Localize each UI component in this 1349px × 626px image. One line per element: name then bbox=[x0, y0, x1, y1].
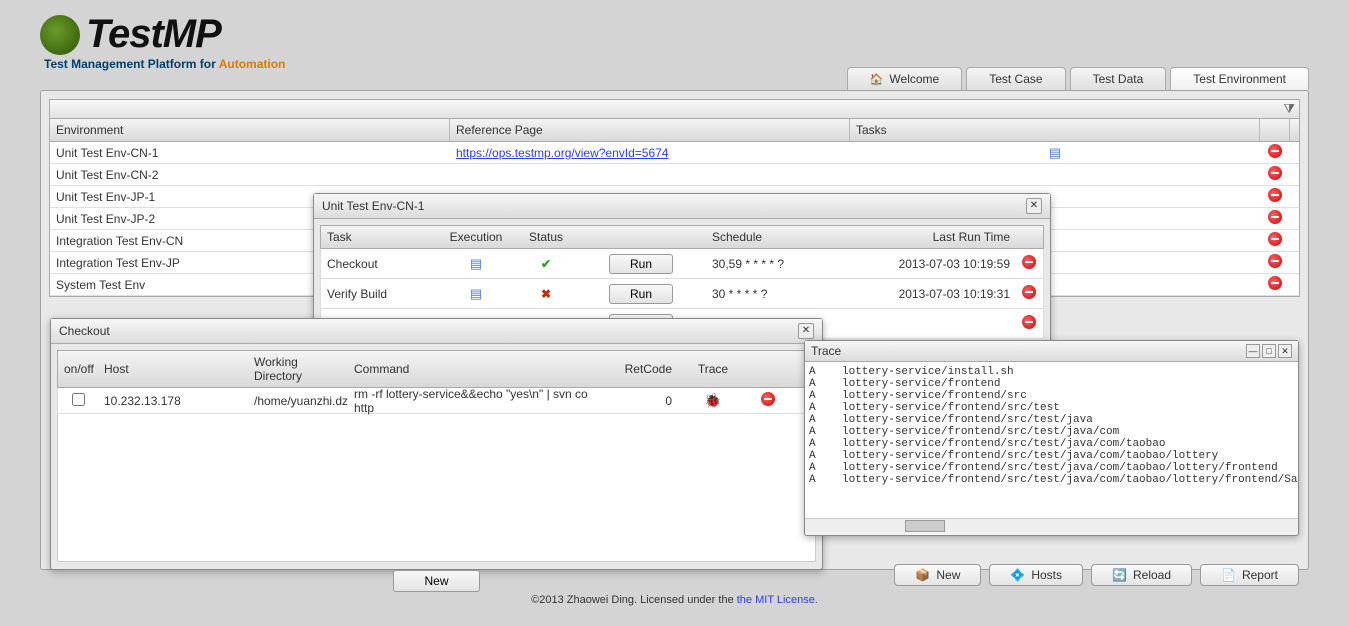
bug-icon[interactable]: 🐞 bbox=[704, 392, 721, 408]
schedule-cell: 30 * * * * ? bbox=[706, 283, 866, 305]
new-button[interactable]: New bbox=[393, 570, 479, 592]
delete-icon[interactable] bbox=[1268, 144, 1282, 158]
delete-icon[interactable] bbox=[761, 392, 775, 406]
tasks-cell bbox=[850, 173, 1260, 177]
task-name: Checkout bbox=[321, 253, 436, 275]
reload-icon: 🔄 bbox=[1112, 568, 1127, 582]
new-button[interactable]: 📦New bbox=[894, 564, 981, 586]
run-button[interactable]: Run bbox=[609, 284, 673, 304]
ref-link[interactable]: https://ops.testmp.org/view?envId=5674 bbox=[456, 146, 668, 160]
delete-icon[interactable] bbox=[1268, 276, 1282, 290]
check-icon: ✔ bbox=[541, 257, 551, 271]
host-cell: 10.232.13.178 bbox=[98, 390, 248, 412]
hosts-button[interactable]: 💠Hosts bbox=[989, 564, 1083, 586]
report-icon: 📄 bbox=[1221, 568, 1236, 582]
checkout-dialog-title: Checkout bbox=[59, 324, 110, 338]
close-icon[interactable]: ✕ bbox=[1026, 198, 1042, 214]
delete-icon[interactable] bbox=[1268, 188, 1282, 202]
minimize-icon[interactable]: — bbox=[1246, 344, 1260, 358]
env-grid-header: Environment Reference Page Tasks bbox=[50, 119, 1299, 142]
hosts-icon: 💠 bbox=[1010, 568, 1025, 582]
col-environment: Environment bbox=[50, 119, 450, 141]
ref-cell bbox=[450, 173, 850, 177]
delete-icon[interactable] bbox=[1268, 210, 1282, 224]
lastrun-cell: 2013-07-03 10:19:59 bbox=[866, 253, 1016, 275]
trace-output[interactable]: A lottery-service/install.sh A lottery-s… bbox=[805, 362, 1298, 518]
tab-welcome[interactable]: Welcome bbox=[847, 67, 963, 90]
home-icon bbox=[870, 72, 884, 86]
onoff-checkbox[interactable] bbox=[72, 393, 85, 406]
trace-dialog-title: Trace bbox=[811, 344, 841, 358]
logo-icon bbox=[40, 15, 80, 55]
checkout-row: 10.232.13.178 /home/yuanzhi.dz rm -rf lo… bbox=[57, 388, 816, 414]
run-button[interactable]: Run bbox=[609, 254, 673, 274]
task-name: Verify Build bbox=[321, 283, 436, 305]
task-grid-header: Task Execution Status Schedule Last Run … bbox=[320, 225, 1044, 249]
delete-icon[interactable] bbox=[1022, 255, 1036, 269]
close-icon[interactable]: ✕ bbox=[798, 323, 814, 339]
tab-testenv[interactable]: Test Environment bbox=[1170, 67, 1309, 90]
env-cell: Unit Test Env-CN-1 bbox=[50, 144, 450, 162]
reload-button[interactable]: 🔄Reload bbox=[1091, 564, 1192, 586]
delete-icon[interactable] bbox=[1268, 166, 1282, 180]
tasks-cell: ▤ bbox=[850, 143, 1260, 163]
delete-icon[interactable] bbox=[1268, 232, 1282, 246]
env-cell: Unit Test Env-CN-2 bbox=[50, 166, 450, 184]
logo-area: TestMP Test Management Platform for Auto… bbox=[40, 12, 1309, 71]
document-icon[interactable]: ▤ bbox=[470, 256, 482, 271]
filter-icon[interactable]: ⧩ bbox=[1283, 101, 1295, 117]
env-row[interactable]: Unit Test Env-CN-2 bbox=[50, 164, 1299, 186]
col-reference: Reference Page bbox=[450, 119, 850, 141]
ref-cell: https://ops.testmp.org/view?envId=5674 bbox=[450, 144, 850, 162]
filter-bar: ⧩ bbox=[49, 99, 1300, 119]
bottom-toolbar: 📦New 💠Hosts 🔄Reload 📄Report bbox=[894, 564, 1299, 586]
trace-dialog: Trace — □ ✕ A lottery-service/install.sh… bbox=[804, 340, 1299, 536]
retcode-cell: 0 bbox=[608, 390, 678, 412]
checkout-dialog: Checkout ✕ on/off Host Working Directory… bbox=[50, 318, 823, 570]
col-tasks: Tasks bbox=[850, 119, 1260, 141]
tab-testdata[interactable]: Test Data bbox=[1070, 67, 1167, 90]
tab-testcase[interactable]: Test Case bbox=[966, 67, 1065, 90]
box-icon: 📦 bbox=[915, 568, 930, 582]
trace-scrollbar[interactable] bbox=[805, 518, 1298, 532]
delete-icon[interactable] bbox=[1268, 254, 1282, 268]
task-dialog-title: Unit Test Env-CN-1 bbox=[322, 199, 424, 213]
delete-icon[interactable] bbox=[1022, 285, 1036, 299]
task-row: Checkout ▤ ✔ Run 30,59 * * * * ?2013-07-03 1… bbox=[320, 249, 1044, 279]
task-row: Verify Build ▤ ✖ Run 30 * * * * ?2013-07-03 … bbox=[320, 279, 1044, 309]
lastrun-cell bbox=[866, 320, 1016, 328]
cmd-cell: rm -rf lottery-service&&echo "yes\n" | s… bbox=[348, 383, 608, 419]
document-icon[interactable]: ▤ bbox=[1049, 145, 1061, 160]
delete-icon[interactable] bbox=[1022, 315, 1036, 329]
document-icon[interactable]: ▤ bbox=[470, 286, 482, 301]
checkout-grid-body bbox=[57, 414, 816, 562]
logo-brand: TestMP bbox=[86, 12, 221, 57]
schedule-cell: 30,59 * * * * ? bbox=[706, 253, 866, 275]
close-icon[interactable]: ✕ bbox=[1278, 344, 1292, 358]
wd-cell: /home/yuanzhi.dz bbox=[248, 390, 348, 412]
x-icon: ✖ bbox=[541, 287, 551, 301]
env-row[interactable]: Unit Test Env-CN-1 https://ops.testmp.org… bbox=[50, 142, 1299, 164]
report-button[interactable]: 📄Report bbox=[1200, 564, 1299, 586]
maximize-icon[interactable]: □ bbox=[1262, 344, 1276, 358]
col-actions bbox=[1260, 119, 1290, 141]
lastrun-cell: 2013-07-03 10:19:31 bbox=[866, 283, 1016, 305]
